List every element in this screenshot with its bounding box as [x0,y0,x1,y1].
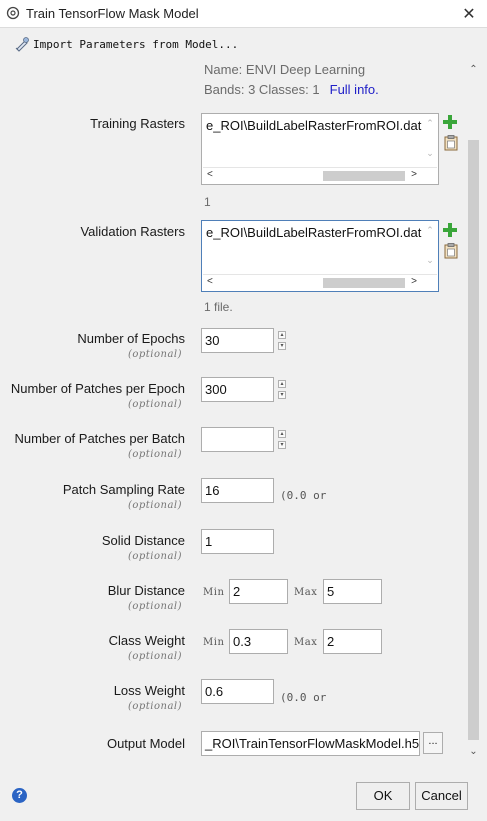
window-title: Train TensorFlow Mask Model [26,6,199,21]
dialog-footer: ? OK Cancel [0,770,487,821]
validation-list-horizontal-scrollbar[interactable]: < > [203,274,437,290]
validation-rasters-count: 1 file. [204,300,233,314]
optional-hint: (optional) [127,701,182,712]
patches-per-batch-spinner[interactable]: ▴ ▾ [278,430,286,450]
optional-hint: (optional) [127,551,182,562]
optional-hint: (optional) [127,601,182,612]
import-parameters-link[interactable]: Import Parameters from Model... [33,38,238,51]
loss-weight-label: Loss Weight [113,683,185,698]
blur-max-label: Max [294,587,318,598]
training-rasters-list[interactable]: e_ROI\BuildLabelRasterFromROI.dat ⌃ ⌄ < … [201,113,439,185]
blur-max-input[interactable]: 5 [323,579,382,604]
scroll-left-icon[interactable]: < [207,169,213,180]
class-weight-max-input[interactable]: 2 [323,629,382,654]
patches-per-epoch-label: Number of Patches per Epoch [10,381,185,396]
add-validation-raster-icon[interactable] [443,223,457,237]
import-parameters-icon[interactable] [14,36,30,52]
class-weight-min-input[interactable]: 0.3 [229,629,288,654]
optional-hint: (optional) [127,349,182,360]
epochs-label: Number of Epochs [77,331,185,346]
patches-per-batch-label: Number of Patches per Batch [14,431,185,446]
increment-icon[interactable]: ▴ [278,331,286,339]
scroll-right-icon[interactable]: > [411,276,417,287]
scroll-thumb[interactable] [323,278,405,288]
validation-rasters-list[interactable]: e_ROI\BuildLabelRasterFromROI.dat ⌃ ⌄ < … [201,220,439,292]
scroll-down-icon[interactable]: ⌄ [424,255,436,266]
main-vertical-scrollbar[interactable]: ⌃ ⌄ [466,60,481,766]
optional-hint: (optional) [127,449,182,460]
ok-button[interactable]: OK [356,782,410,810]
class-weight-min-label: Min [203,637,225,648]
model-name: Name: ENVI Deep Learning [204,62,366,77]
add-training-raster-icon[interactable] [443,115,457,129]
class-weight-label: Class Weight [108,633,185,648]
toolbar: Import Parameters from Model... [0,29,487,57]
scroll-down-icon[interactable]: ⌄ [466,746,481,757]
paste-validation-raster-icon[interactable] [444,243,458,259]
epochs-spinner[interactable]: ▴ ▾ [278,331,286,351]
scroll-left-icon[interactable]: < [207,276,213,287]
scroll-thumb[interactable] [468,140,479,740]
solid-distance-input[interactable]: 1 [201,529,274,554]
title-bar: Train TensorFlow Mask Model ✕ [0,0,487,28]
scroll-up-icon[interactable]: ⌃ [424,118,436,129]
decrement-icon[interactable]: ▾ [278,391,286,399]
class-weight-max-label: Max [294,637,318,648]
scroll-right-icon[interactable]: > [411,169,417,180]
blur-min-input[interactable]: 2 [229,579,288,604]
patches-per-epoch-input[interactable]: 300 [201,377,274,402]
validation-raster-entry[interactable]: e_ROI\BuildLabelRasterFromROI.dat [206,225,421,240]
patches-per-epoch-spinner[interactable]: ▴ ▾ [278,380,286,400]
app-icon [6,6,20,20]
close-icon[interactable]: ✕ [459,4,479,24]
training-list-vertical-scrollbar[interactable]: ⌃ ⌄ [424,118,436,160]
model-bands-classes: Bands: 3 Classes: 1 Full info. [204,82,379,97]
validation-list-vertical-scrollbar[interactable]: ⌃ ⌄ [424,225,436,267]
loss-weight-input[interactable]: 0.6 [201,679,274,704]
decrement-icon[interactable]: ▾ [278,441,286,449]
patches-per-batch-input[interactable] [201,427,274,452]
increment-icon[interactable]: ▴ [278,380,286,388]
paste-training-raster-icon[interactable] [444,135,458,151]
blur-min-label: Min [203,587,225,598]
solid-distance-label: Solid Distance [101,533,185,548]
increment-icon[interactable]: ▴ [278,430,286,438]
output-model-input[interactable]: _ROI\TrainTensorFlowMaskModel.h5 [201,731,420,756]
training-rasters-count: 1 [204,195,211,209]
output-model-label: Output Model [106,736,185,751]
browse-button[interactable]: ... [423,732,443,754]
training-raster-entry[interactable]: e_ROI\BuildLabelRasterFromROI.dat [206,118,421,133]
cancel-button[interactable]: Cancel [415,782,468,810]
scroll-down-icon[interactable]: ⌄ [424,148,436,159]
validation-rasters-label: Validation Rasters [80,224,185,239]
decrement-icon[interactable]: ▾ [278,342,286,350]
patch-sampling-rate-input[interactable]: 16 [201,478,274,503]
scroll-thumb[interactable] [323,171,405,181]
loss-weight-range-hint: (0.0 or [280,691,327,704]
epochs-input[interactable]: 30 [201,328,274,353]
full-info-link[interactable]: Full info. [330,82,379,97]
help-icon[interactable]: ? [12,788,27,803]
bands-classes-text: Bands: 3 Classes: 1 [204,82,320,97]
training-list-horizontal-scrollbar[interactable]: < > [203,167,437,183]
optional-hint: (optional) [127,399,182,410]
blur-distance-label: Blur Distance [107,583,185,598]
optional-hint: (optional) [127,500,182,511]
patch-sampling-rate-range-hint: (0.0 or [280,489,327,502]
scroll-up-icon[interactable]: ⌃ [424,225,436,236]
scroll-up-icon[interactable]: ⌃ [466,64,481,75]
training-rasters-label: Training Rasters [90,116,185,131]
optional-hint: (optional) [127,651,182,662]
patch-sampling-rate-label: Patch Sampling Rate [62,482,185,497]
